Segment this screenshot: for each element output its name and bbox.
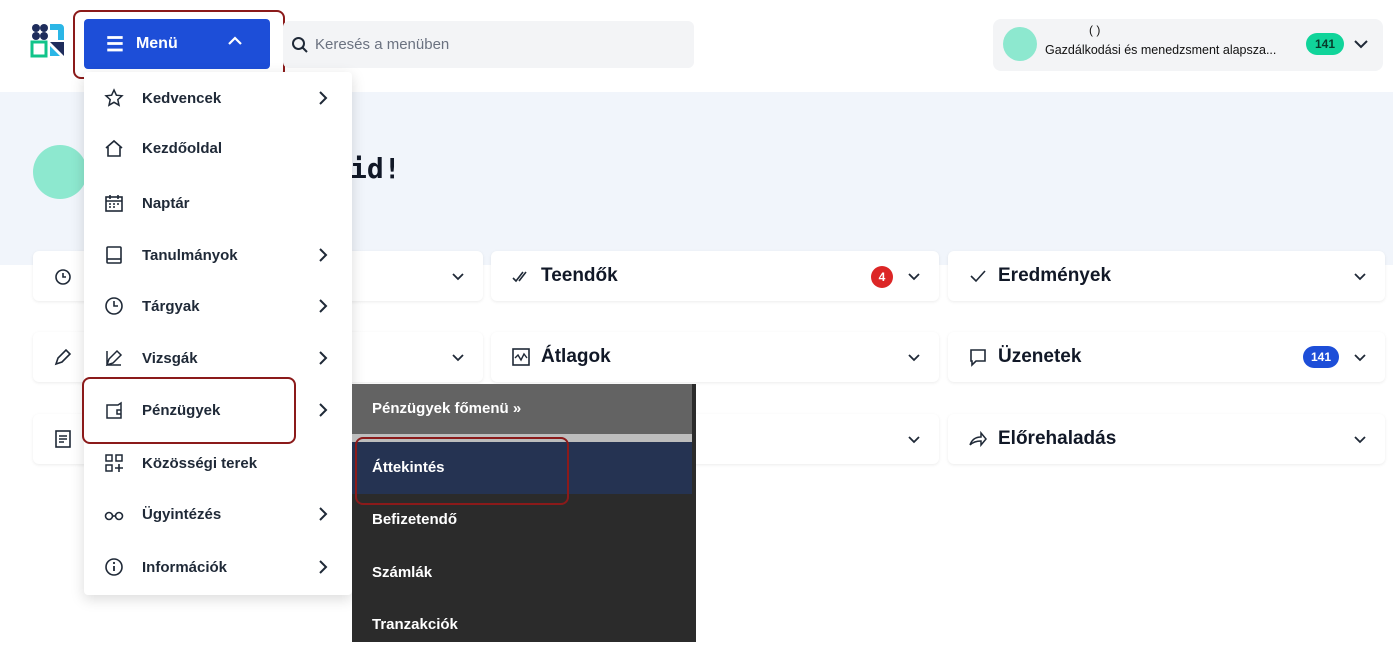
penzugyek-submenu: Pénzügyek főmenü » Áttekintés Befizetend…	[352, 384, 696, 642]
double-check-icon	[512, 271, 527, 283]
menu-item-label: Információk	[142, 558, 228, 576]
chevron-down-icon[interactable]	[907, 432, 921, 446]
greeting-text: id!	[350, 152, 401, 185]
edit-icon	[54, 348, 72, 366]
menu-item-kozossegi-terek[interactable]: Közösségi terek	[84, 443, 352, 483]
user-name: ( )	[1089, 23, 1101, 37]
avatar	[1003, 27, 1037, 61]
book-icon	[106, 246, 122, 264]
card-eloerehaladas[interactable]: Előrehaladás	[948, 414, 1385, 464]
submenu-divider	[352, 434, 692, 442]
wallet-icon	[106, 401, 122, 419]
chevron-right-icon	[319, 351, 328, 365]
menu-item-kedvencek[interactable]: Kedvencek	[84, 78, 352, 118]
chevron-right-icon	[319, 91, 328, 105]
card-title: Üzenetek	[998, 346, 1082, 367]
search-input[interactable]	[313, 35, 677, 54]
check-icon	[970, 270, 986, 283]
chevron-down-icon[interactable]	[1353, 432, 1367, 446]
menu-item-ugyintezes[interactable]: Ügyintézés	[84, 494, 352, 534]
chevron-down-icon[interactable]	[907, 269, 921, 283]
menu-item-label: Ügyintézés	[142, 505, 222, 523]
menu-item-penzugyek[interactable]: Pénzügyek	[84, 390, 352, 430]
submenu-item-label: Áttekintés	[372, 459, 445, 476]
menu-button-label: Menü	[135, 35, 178, 52]
avatar	[33, 145, 87, 199]
chevron-down-icon[interactable]	[451, 269, 465, 283]
chevron-down-icon[interactable]	[451, 350, 465, 364]
grid-plus-icon	[105, 454, 123, 472]
menu-item-label: Kezdőoldal	[142, 139, 223, 157]
card-teendok[interactable]: Teendők 4	[491, 251, 939, 301]
star-icon	[104, 88, 124, 107]
card-eredmenyek[interactable]: Eredmények	[948, 251, 1385, 301]
card-uzenetek[interactable]: Üzenetek 141	[948, 332, 1385, 382]
menu-search	[283, 21, 694, 68]
message-count-badge: 141	[1303, 346, 1339, 368]
document-icon	[55, 430, 71, 448]
submenu-item-label: Számlák	[372, 564, 433, 581]
calendar-icon	[105, 195, 123, 212]
clock-icon	[105, 297, 123, 315]
chevron-down-icon[interactable]	[1353, 269, 1367, 283]
menu-item-label: Tanulmányok	[142, 246, 238, 264]
menu-item-informaciok[interactable]: Információk	[84, 547, 352, 587]
card-title: Eredmények	[998, 265, 1112, 286]
submenu-item-befizetendo[interactable]: Befizetendő	[352, 494, 692, 546]
menu-item-label: Vizsgák	[142, 349, 198, 367]
submenu-item-label: Tranzakciók	[372, 616, 458, 633]
menu-item-naptar[interactable]: Naptár	[84, 183, 352, 223]
menu-item-label: Naptár	[142, 194, 190, 212]
edit-icon	[105, 349, 123, 367]
submenu-item-tranzakciok[interactable]: Tranzakciók	[352, 599, 692, 651]
alarm-clock-icon	[55, 269, 71, 285]
card-title: Előrehaladás	[998, 428, 1117, 449]
chevron-right-icon	[319, 248, 328, 262]
menu-item-tanulmanyok[interactable]: Tanulmányok	[84, 235, 352, 275]
menu-item-label: Tárgyak	[142, 297, 200, 315]
menu-item-vizsgak[interactable]: Vizsgák	[84, 338, 352, 378]
submenu-item-label: Befizetendő	[372, 511, 458, 528]
user-program: Gazdálkodási és menedzsment alapsza...	[1045, 43, 1277, 57]
main-menu-dropdown: Kedvencek Kezdőoldal Naptár Tanulmányok …	[84, 72, 352, 595]
chevron-down-icon[interactable]	[907, 350, 921, 364]
home-icon	[105, 139, 123, 157]
forward-arrow-icon	[969, 430, 987, 448]
chevron-down-icon[interactable]	[1351, 34, 1371, 54]
app-logo-icon[interactable]	[30, 22, 66, 58]
hamburger-icon: ☰	[106, 33, 124, 56]
chevron-right-icon	[319, 507, 328, 521]
user-profile-selector[interactable]: ( ) Gazdálkodási és menedzsment alapsza.…	[993, 19, 1383, 71]
search-icon	[292, 36, 308, 53]
chevron-right-icon	[319, 560, 328, 574]
chevron-right-icon	[319, 403, 328, 417]
chevron-right-icon	[319, 299, 328, 313]
chart-icon	[512, 348, 530, 366]
message-count-badge: 141	[1306, 33, 1344, 55]
info-icon	[105, 558, 123, 576]
menu-item-targyak[interactable]: Tárgyak	[84, 286, 352, 326]
submenu-header[interactable]: Pénzügyek főmenü »	[352, 384, 692, 434]
todo-count-badge: 4	[871, 266, 893, 288]
chevron-up-icon	[228, 36, 242, 45]
submenu-item-szamlak[interactable]: Számlák	[352, 547, 692, 599]
menu-item-label: Pénzügyek	[142, 401, 221, 419]
menu-button[interactable]: ☰ Menü	[84, 19, 270, 69]
card-atlagok[interactable]: Átlagok	[491, 332, 939, 382]
message-icon	[970, 349, 986, 367]
chevron-down-icon[interactable]	[1353, 350, 1367, 364]
submenu-header-label: Pénzügyek főmenü »	[372, 400, 522, 417]
card-title: Teendők	[541, 265, 618, 286]
menu-item-kezdooldal[interactable]: Kezdőoldal	[84, 128, 352, 168]
menu-item-label: Kedvencek	[142, 89, 222, 107]
submenu-item-attekintes[interactable]: Áttekintés	[352, 442, 692, 494]
card-title: Átlagok	[541, 346, 611, 367]
menu-item-label: Közösségi terek	[142, 454, 258, 472]
glasses-icon	[104, 511, 124, 521]
